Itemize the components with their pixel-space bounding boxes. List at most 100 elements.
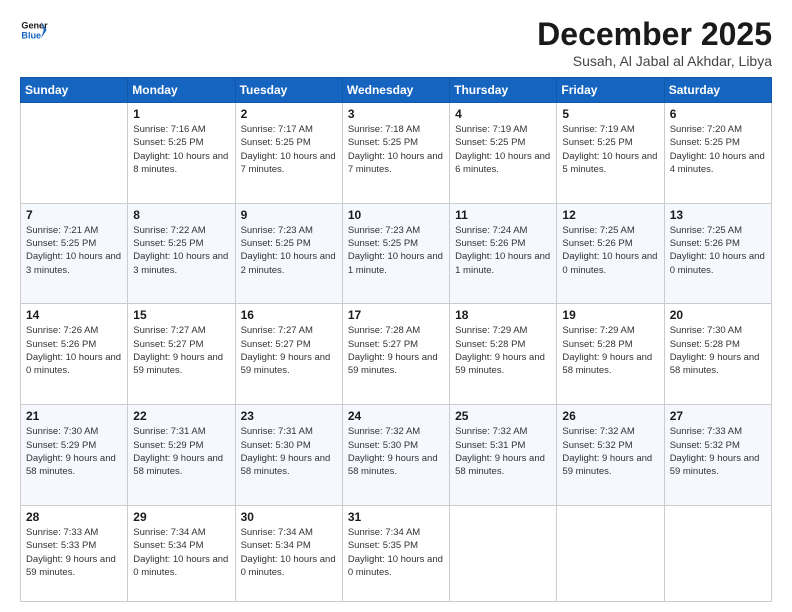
page: General Blue December 2025 Susah, Al Jab… bbox=[0, 0, 792, 612]
day-info: Sunrise: 7:29 AMSunset: 5:28 PMDaylight:… bbox=[562, 324, 658, 377]
logo: General Blue bbox=[20, 16, 48, 44]
day-number: 25 bbox=[455, 409, 551, 423]
calendar-cell: 27 Sunrise: 7:33 AMSunset: 5:32 PMDayligh… bbox=[664, 405, 771, 506]
calendar-cell: 10 Sunrise: 7:23 AMSunset: 5:25 PMDayligh… bbox=[342, 203, 449, 304]
day-number: 12 bbox=[562, 208, 658, 222]
day-info: Sunrise: 7:33 AMSunset: 5:32 PMDaylight:… bbox=[670, 425, 766, 478]
day-number: 21 bbox=[26, 409, 122, 423]
calendar-cell: 11Sunrise: 7:24 AMSunset: 5:26 PMDayligh… bbox=[450, 203, 557, 304]
day-info: Sunrise: 7:16 AMSunset: 5:25 PMDaylight:… bbox=[133, 123, 229, 176]
day-number: 13 bbox=[670, 208, 766, 222]
day-info: Sunrise: 7:32 AMSunset: 5:32 PMDaylight:… bbox=[562, 425, 658, 478]
day-number: 3 bbox=[348, 107, 444, 121]
day-number: 29 bbox=[133, 510, 229, 524]
day-info: Sunrise: 7:19 AMSunset: 5:25 PMDaylight:… bbox=[562, 123, 658, 176]
day-number: 16 bbox=[241, 308, 337, 322]
day-number: 30 bbox=[241, 510, 337, 524]
day-info: Sunrise: 7:34 AMSunset: 5:34 PMDaylight:… bbox=[241, 526, 337, 579]
day-of-week-header: Thursday bbox=[450, 78, 557, 103]
calendar-cell: 6 Sunrise: 7:20 AMSunset: 5:25 PMDaylight… bbox=[664, 103, 771, 204]
day-number: 6 bbox=[670, 107, 766, 121]
day-number: 1 bbox=[133, 107, 229, 121]
day-info: Sunrise: 7:21 AMSunset: 5:25 PMDaylight:… bbox=[26, 224, 122, 277]
calendar-cell: 28Sunrise: 7:33 AMSunset: 5:33 PMDayligh… bbox=[21, 505, 128, 601]
day-info: Sunrise: 7:26 AMSunset: 5:26 PMDaylight:… bbox=[26, 324, 122, 377]
day-info: Sunrise: 7:31 AMSunset: 5:29 PMDaylight:… bbox=[133, 425, 229, 478]
day-number: 10 bbox=[348, 208, 444, 222]
calendar-cell: 3Sunrise: 7:18 AMSunset: 5:25 PMDaylight… bbox=[342, 103, 449, 204]
day-info: Sunrise: 7:27 AMSunset: 5:27 PMDaylight:… bbox=[133, 324, 229, 377]
calendar-cell: 7 Sunrise: 7:21 AMSunset: 5:25 PMDaylight… bbox=[21, 203, 128, 304]
day-info: Sunrise: 7:29 AMSunset: 5:28 PMDaylight:… bbox=[455, 324, 551, 377]
day-of-week-header: Monday bbox=[128, 78, 235, 103]
day-info: Sunrise: 7:19 AMSunset: 5:25 PMDaylight:… bbox=[455, 123, 551, 176]
calendar-cell: 5 Sunrise: 7:19 AMSunset: 5:25 PMDaylight… bbox=[557, 103, 664, 204]
day-number: 27 bbox=[670, 409, 766, 423]
day-info: Sunrise: 7:17 AMSunset: 5:25 PMDaylight:… bbox=[241, 123, 337, 176]
calendar-cell: 25 Sunrise: 7:32 AMSunset: 5:31 PMDayligh… bbox=[450, 405, 557, 506]
calendar-header-row: SundayMondayTuesdayWednesdayThursdayFrid… bbox=[21, 78, 772, 103]
day-info: Sunrise: 7:32 AMSunset: 5:30 PMDaylight:… bbox=[348, 425, 444, 478]
calendar-cell: 19 Sunrise: 7:29 AMSunset: 5:28 PMDayligh… bbox=[557, 304, 664, 405]
day-info: Sunrise: 7:32 AMSunset: 5:31 PMDaylight:… bbox=[455, 425, 551, 478]
day-info: Sunrise: 7:30 AMSunset: 5:29 PMDaylight:… bbox=[26, 425, 122, 478]
day-number: 14 bbox=[26, 308, 122, 322]
calendar-cell: 4 Sunrise: 7:19 AMSunset: 5:25 PMDaylight… bbox=[450, 103, 557, 204]
logo-icon: General Blue bbox=[20, 16, 48, 44]
day-number: 17 bbox=[348, 308, 444, 322]
day-number: 23 bbox=[241, 409, 337, 423]
calendar-week-row: 1 Sunrise: 7:16 AMSunset: 5:25 PMDaylight… bbox=[21, 103, 772, 204]
day-number: 2 bbox=[241, 107, 337, 121]
calendar-cell: 9Sunrise: 7:23 AMSunset: 5:25 PMDaylight… bbox=[235, 203, 342, 304]
day-number: 19 bbox=[562, 308, 658, 322]
calendar-week-row: 28Sunrise: 7:33 AMSunset: 5:33 PMDayligh… bbox=[21, 505, 772, 601]
day-info: Sunrise: 7:23 AMSunset: 5:25 PMDaylight:… bbox=[241, 224, 337, 277]
calendar-week-row: 14 Sunrise: 7:26 AMSunset: 5:26 PMDayligh… bbox=[21, 304, 772, 405]
header: General Blue December 2025 Susah, Al Jab… bbox=[20, 16, 772, 69]
day-info: Sunrise: 7:31 AMSunset: 5:30 PMDaylight:… bbox=[241, 425, 337, 478]
day-number: 4 bbox=[455, 107, 551, 121]
calendar-cell: 2 Sunrise: 7:17 AMSunset: 5:25 PMDaylight… bbox=[235, 103, 342, 204]
svg-text:Blue: Blue bbox=[21, 30, 41, 40]
calendar-cell bbox=[664, 505, 771, 601]
calendar-cell bbox=[450, 505, 557, 601]
day-info: Sunrise: 7:25 AMSunset: 5:26 PMDaylight:… bbox=[670, 224, 766, 277]
location: Susah, Al Jabal al Akhdar, Libya bbox=[537, 53, 772, 69]
day-info: Sunrise: 7:20 AMSunset: 5:25 PMDaylight:… bbox=[670, 123, 766, 176]
day-number: 5 bbox=[562, 107, 658, 121]
day-info: Sunrise: 7:24 AMSunset: 5:26 PMDaylight:… bbox=[455, 224, 551, 277]
day-number: 7 bbox=[26, 208, 122, 222]
calendar-week-row: 7 Sunrise: 7:21 AMSunset: 5:25 PMDaylight… bbox=[21, 203, 772, 304]
calendar-cell: 8 Sunrise: 7:22 AMSunset: 5:25 PMDaylight… bbox=[128, 203, 235, 304]
day-of-week-header: Sunday bbox=[21, 78, 128, 103]
day-info: Sunrise: 7:23 AMSunset: 5:25 PMDaylight:… bbox=[348, 224, 444, 277]
day-of-week-header: Wednesday bbox=[342, 78, 449, 103]
month-title: December 2025 bbox=[537, 16, 772, 53]
day-number: 8 bbox=[133, 208, 229, 222]
day-number: 18 bbox=[455, 308, 551, 322]
calendar-cell: 31 Sunrise: 7:34 AMSunset: 5:35 PMDayligh… bbox=[342, 505, 449, 601]
day-info: Sunrise: 7:30 AMSunset: 5:28 PMDaylight:… bbox=[670, 324, 766, 377]
calendar-cell: 30 Sunrise: 7:34 AMSunset: 5:34 PMDayligh… bbox=[235, 505, 342, 601]
calendar-cell: 26Sunrise: 7:32 AMSunset: 5:32 PMDayligh… bbox=[557, 405, 664, 506]
calendar-cell: 20 Sunrise: 7:30 AMSunset: 5:28 PMDayligh… bbox=[664, 304, 771, 405]
day-of-week-header: Friday bbox=[557, 78, 664, 103]
calendar-cell bbox=[557, 505, 664, 601]
title-block: December 2025 Susah, Al Jabal al Akhdar,… bbox=[537, 16, 772, 69]
day-number: 28 bbox=[26, 510, 122, 524]
calendar-cell: 13 Sunrise: 7:25 AMSunset: 5:26 PMDayligh… bbox=[664, 203, 771, 304]
calendar-cell: 16Sunrise: 7:27 AMSunset: 5:27 PMDayligh… bbox=[235, 304, 342, 405]
day-number: 15 bbox=[133, 308, 229, 322]
day-info: Sunrise: 7:25 AMSunset: 5:26 PMDaylight:… bbox=[562, 224, 658, 277]
day-info: Sunrise: 7:28 AMSunset: 5:27 PMDaylight:… bbox=[348, 324, 444, 377]
calendar-week-row: 21 Sunrise: 7:30 AMSunset: 5:29 PMDayligh… bbox=[21, 405, 772, 506]
day-number: 20 bbox=[670, 308, 766, 322]
day-info: Sunrise: 7:22 AMSunset: 5:25 PMDaylight:… bbox=[133, 224, 229, 277]
day-info: Sunrise: 7:34 AMSunset: 5:35 PMDaylight:… bbox=[348, 526, 444, 579]
calendar-cell: 14 Sunrise: 7:26 AMSunset: 5:26 PMDayligh… bbox=[21, 304, 128, 405]
day-number: 31 bbox=[348, 510, 444, 524]
day-number: 22 bbox=[133, 409, 229, 423]
day-of-week-header: Saturday bbox=[664, 78, 771, 103]
calendar-table: SundayMondayTuesdayWednesdayThursdayFrid… bbox=[20, 77, 772, 602]
calendar-cell: 24Sunrise: 7:32 AMSunset: 5:30 PMDayligh… bbox=[342, 405, 449, 506]
